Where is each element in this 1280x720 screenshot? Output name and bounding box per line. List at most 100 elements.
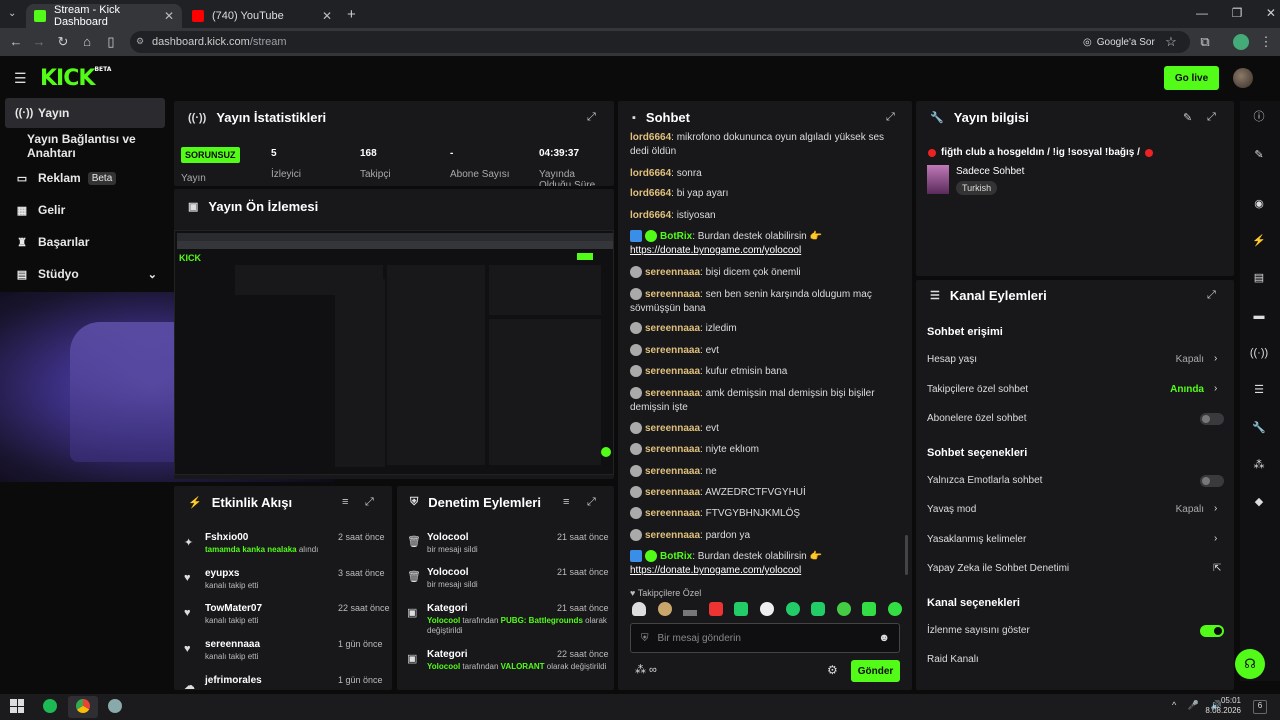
preview-video[interactable]: KICK — [174, 230, 614, 475]
go-live-button[interactable]: Go live — [1164, 66, 1219, 90]
chat-icon[interactable]: ▬ — [1248, 305, 1270, 327]
sidebar-item-basarilar[interactable]: ♜ Başarılar — [5, 227, 165, 257]
sidebar-item-studyo[interactable]: ▤ Stüdyo ⌄ — [5, 259, 165, 289]
popout-icon[interactable]: ⤢ — [587, 111, 596, 124]
chat-username[interactable]: sereennaaa — [645, 530, 700, 541]
close-icon[interactable]: ✕ — [164, 9, 174, 23]
chevron-up-icon[interactable]: ^ — [1172, 700, 1176, 711]
spotify-icon[interactable] — [43, 699, 57, 713]
popout-icon[interactable]: ⤢ — [1207, 289, 1216, 302]
back-icon[interactable]: ← — [8, 34, 24, 49]
chat-username[interactable]: lord6664 — [630, 168, 671, 179]
sidebar-item-yayin[interactable]: ((·)) Yayın — [5, 98, 165, 128]
close-window-icon[interactable]: ✕ — [1266, 6, 1276, 20]
popout-icon[interactable]: ⤢ — [1207, 111, 1216, 124]
user-avatar[interactable] — [1233, 68, 1253, 88]
chat-username[interactable]: lord6664 — [630, 188, 671, 199]
chat-username[interactable]: sereennaaa — [645, 423, 700, 434]
chat-tools-icon[interactable]: ⁂ ∞ — [635, 663, 657, 676]
bolt-icon[interactable]: ⚡ — [1248, 230, 1270, 252]
chat-username[interactable]: lord6664 — [630, 132, 671, 143]
chat-username[interactable]: sereennaaa — [645, 267, 700, 278]
toggle-switch[interactable] — [1200, 475, 1224, 487]
reload-icon[interactable]: ↻ — [55, 34, 71, 50]
chat-link[interactable]: https://donate.bynogame.com/yolocool — [630, 245, 801, 256]
popout-icon[interactable]: ⤢ — [587, 496, 596, 509]
wrench-icon[interactable]: 🔧 — [1248, 417, 1270, 439]
chat-input[interactable]: ⛨ Bir mesaj gönderin ☻ — [630, 623, 900, 653]
camera-icon[interactable]: ◉ — [1248, 193, 1270, 215]
face-emote-icon[interactable] — [657, 602, 672, 616]
close-icon[interactable]: ✕ — [322, 9, 332, 23]
app-icon[interactable] — [108, 699, 122, 713]
chat-username[interactable]: sereennaaa — [645, 466, 700, 477]
activity-username[interactable]: TowMater07 — [205, 603, 262, 614]
laugh-emote-icon[interactable] — [811, 602, 826, 616]
happy-emote-icon[interactable] — [862, 602, 877, 616]
popout-icon[interactable]: ⤢ — [365, 496, 374, 509]
chat-username[interactable]: BotRix — [660, 231, 692, 242]
alien-emote-icon[interactable] — [836, 602, 851, 616]
chat-scrollbar[interactable] — [905, 535, 908, 575]
chat-username[interactable]: sereennaaa — [645, 366, 700, 377]
site-info-icon[interactable]: ⚙ — [136, 36, 144, 47]
chat-settings-icon[interactable]: ⚙ — [827, 663, 838, 677]
profile-avatar[interactable] — [1233, 34, 1249, 50]
url-field[interactable]: dashboard.kick.com/stream — [130, 31, 1190, 53]
filter-icon[interactable]: ≡ — [342, 496, 348, 508]
activity-username[interactable]: eyupxs — [205, 568, 239, 579]
clock[interactable]: 05:01 8.08.2026 — [1205, 696, 1241, 716]
sidebar-item-reklam[interactable]: ▭ Reklam Beta — [5, 163, 165, 193]
new-tab-icon[interactable]: + — [347, 6, 356, 23]
activity-username[interactable]: sereennaaa — [205, 639, 260, 650]
kick-logo[interactable]: KICKBETA — [40, 66, 111, 91]
filter-icon[interactable]: ≡ — [563, 496, 569, 508]
edit-icon[interactable]: ✎ — [1183, 111, 1192, 124]
hamburger-menu-icon[interactable]: ☰ — [14, 70, 27, 87]
help-headset-icon[interactable]: ☊ — [1235, 649, 1265, 679]
sidepanel-icon[interactable]: ▯ — [103, 34, 119, 50]
green-emote-icon[interactable] — [734, 602, 749, 616]
info-icon[interactable]: ⓘ — [1248, 106, 1270, 128]
dots-icon[interactable]: ⁂ — [1248, 454, 1270, 476]
chat-username[interactable]: sereennaaa — [645, 388, 700, 399]
windows-start-icon[interactable] — [10, 699, 24, 713]
tab-list-icon[interactable]: ⌄ — [8, 8, 16, 19]
green2-emote-icon[interactable] — [887, 602, 902, 616]
emoji-icon[interactable]: ☻ — [878, 632, 890, 644]
forward-icon[interactable]: → — [31, 34, 47, 49]
chat-username[interactable]: sereennaaa — [645, 487, 700, 498]
ball-emote-icon[interactable] — [759, 602, 774, 616]
mic-icon[interactable]: 🎤 — [1188, 700, 1199, 711]
notification-icon[interactable]: 6 — [1253, 700, 1267, 714]
ghost-emote-icon[interactable] — [632, 602, 646, 616]
chat-username[interactable]: lord6664 — [630, 210, 671, 221]
red-emote-icon[interactable] — [708, 602, 723, 616]
document-icon[interactable]: ▤ — [1248, 267, 1270, 289]
tab-kick-dashboard[interactable]: Stream - Kick Dashboard ✕ — [26, 4, 182, 28]
list-icon[interactable]: ☰ — [1248, 379, 1270, 401]
home-icon[interactable]: ⌂ — [79, 34, 95, 49]
pencil-icon[interactable]: ✎ — [1248, 144, 1270, 166]
send-button[interactable]: Gönder — [851, 660, 900, 682]
broadcast-icon[interactable]: ((·)) — [1248, 342, 1270, 364]
chat-username[interactable]: sereennaaa — [645, 289, 700, 300]
kick-emote-icon[interactable] — [785, 602, 800, 616]
google-ask-button[interactable]: ◎ Google'a Sor — [1083, 34, 1155, 50]
toggle-switch[interactable] — [1200, 625, 1224, 637]
activity-username[interactable]: jefrimorales — [205, 675, 262, 686]
chat-username[interactable]: BotRix — [660, 551, 692, 562]
chat-link[interactable]: https://donate.bynogame.com/yolocool — [630, 565, 801, 576]
bookmark-star-icon[interactable]: ☆ — [1163, 34, 1179, 50]
chrome-icon[interactable] — [76, 699, 90, 713]
menu-dots-icon[interactable]: ⋮ — [1258, 34, 1274, 50]
diamond-icon[interactable]: ◆ — [1248, 491, 1270, 513]
minimize-icon[interactable]: — — [1196, 6, 1208, 20]
activity-username[interactable]: Fshxio00 — [205, 532, 248, 543]
sidebar-item-gelir[interactable]: ▦ Gelir — [5, 195, 165, 225]
tab-youtube[interactable]: (740) YouTube ✕ — [184, 4, 340, 28]
gun-emote-icon[interactable] — [683, 610, 698, 616]
chat-username[interactable]: sereennaaa — [645, 508, 700, 519]
restore-icon[interactable]: ❐ — [1232, 6, 1243, 20]
chat-username[interactable]: sereennaaa — [645, 345, 700, 356]
